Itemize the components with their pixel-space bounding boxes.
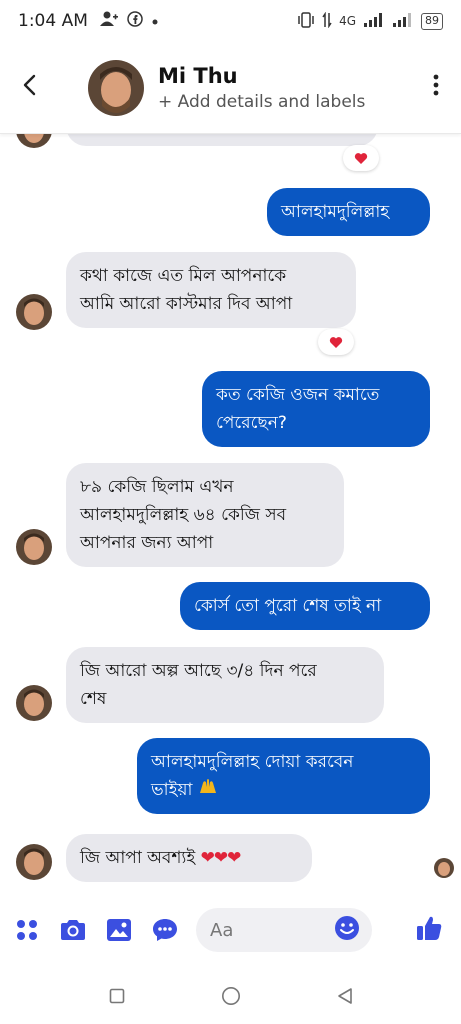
message-text: কোর্স তো পুরো শেষ তাই না bbox=[194, 596, 382, 616]
message-bubble-outgoing[interactable]: আলহামদুলিল্লাহ bbox=[267, 188, 430, 236]
contact-name: Mi Thu bbox=[158, 63, 238, 88]
message-text-line: ৮৯ কেজি ছিলাম এখন bbox=[80, 477, 234, 497]
message-text-line: আলহামদুলিল্লাহ দোয়া করবেন bbox=[151, 752, 354, 772]
recents-square-icon[interactable] bbox=[106, 985, 128, 1007]
message-bubble-incoming[interactable]: ৮৯ কেজি ছিলাম এখন আলহামদুলিল্লাহ ৬৪ কেজি… bbox=[66, 463, 344, 567]
camera-icon[interactable] bbox=[58, 915, 88, 945]
contact-avatar-small bbox=[16, 685, 52, 721]
message-text-line: কত কেজি ওজন কমাতে bbox=[216, 385, 380, 405]
message-text-line: শেষ bbox=[80, 689, 107, 709]
message-list[interactable]: আলহামদুলিল্লাহ কথা কাজে এত মিল আপনাকে আম… bbox=[0, 134, 461, 900]
apps-icon[interactable] bbox=[12, 915, 42, 945]
emoji-icon[interactable] bbox=[334, 915, 360, 946]
system-nav-bar bbox=[0, 968, 461, 1024]
message-text-line: জি আরো অল্প আছে ৩/৪ দিন পরে bbox=[80, 661, 317, 681]
hearts-emoji: ❤❤❤ bbox=[200, 848, 242, 868]
battery-icon: 89 bbox=[421, 12, 443, 30]
more-options-icon[interactable] bbox=[433, 74, 439, 102]
back-arrow-icon[interactable] bbox=[22, 70, 58, 105]
status-time: 1:04 AM bbox=[18, 11, 88, 31]
message-text: আলহামদুলিল্লাহ bbox=[281, 202, 390, 222]
raised-hands-icon bbox=[198, 779, 218, 800]
contact-avatar[interactable] bbox=[88, 59, 144, 116]
heart-reaction-icon[interactable] bbox=[318, 329, 354, 355]
home-circle-icon[interactable] bbox=[220, 985, 242, 1007]
message-bubble-incoming[interactable]: জি আরো অল্প আছে ৩/৪ দিন পরে শেষ bbox=[66, 647, 384, 723]
message-input[interactable]: Aa bbox=[196, 908, 372, 952]
message-text-line: পেরেছেন? bbox=[216, 413, 287, 433]
add-details-link[interactable]: + Add details and labels bbox=[158, 92, 365, 112]
message-text-line: আমি আরো কাস্টমার দিব আপা bbox=[80, 294, 293, 314]
conversation-header: Mi Thu + Add details and labels bbox=[0, 42, 461, 134]
heart-reaction-icon[interactable] bbox=[343, 145, 379, 171]
seen-avatar bbox=[434, 858, 454, 878]
notification-icons bbox=[99, 11, 158, 31]
message-text: জি আপা অবশ্যই bbox=[80, 848, 196, 868]
data-arrows-icon bbox=[322, 11, 332, 31]
contact-avatar-small bbox=[16, 134, 52, 148]
back-triangle-icon[interactable] bbox=[334, 985, 356, 1007]
message-bubble-incoming[interactable]: কথা কাজে এত মিল আপনাকে আমি আরো কাস্টমার … bbox=[66, 252, 356, 328]
thumbs-up-icon[interactable] bbox=[415, 914, 443, 946]
contact-avatar-small bbox=[16, 844, 52, 880]
vibrate-icon bbox=[297, 11, 315, 31]
dot-icon bbox=[152, 13, 158, 29]
facebook-icon bbox=[127, 11, 143, 31]
contact-info[interactable]: Mi Thu + Add details and labels bbox=[158, 64, 365, 112]
message-text-line: আলহামদুলিল্লাহ ৬৪ কেজি সব bbox=[80, 505, 287, 525]
message-bubble-incoming[interactable]: জি আপা অবশ্যই ❤❤❤ bbox=[66, 834, 312, 882]
message-text-line: আপনার জন্য আপা bbox=[80, 533, 214, 553]
network-type-label: 4G bbox=[339, 14, 356, 28]
message-input-placeholder: Aa bbox=[210, 919, 234, 941]
gallery-icon[interactable] bbox=[104, 915, 134, 945]
contact-avatar-small bbox=[16, 294, 52, 330]
message-composer: Aa bbox=[0, 900, 461, 960]
message-bubble-outgoing[interactable]: কোর্স তো পুরো শেষ তাই না bbox=[180, 582, 430, 630]
contact-avatar-small bbox=[16, 529, 52, 565]
signal-2-icon bbox=[392, 12, 414, 31]
message-bubble-outgoing[interactable]: আলহামদুলিল্লাহ দোয়া করবেন ভাইয়া bbox=[137, 738, 430, 814]
person-icon bbox=[99, 11, 118, 31]
message-bubble-outgoing[interactable]: কত কেজি ওজন কমাতে পেরেছেন? bbox=[202, 371, 430, 447]
message-bubble-incoming-partial[interactable] bbox=[66, 134, 378, 146]
status-bar: 1:04 AM 4G 89 bbox=[0, 0, 461, 42]
message-text-line: কথা কাজে এত মিল আপনাকে bbox=[80, 266, 287, 286]
system-icons: 4G 89 bbox=[297, 11, 443, 31]
chat-bubble-icon[interactable] bbox=[150, 915, 180, 945]
signal-icon bbox=[363, 12, 385, 31]
message-text-line: ভাইয়া bbox=[151, 780, 193, 800]
